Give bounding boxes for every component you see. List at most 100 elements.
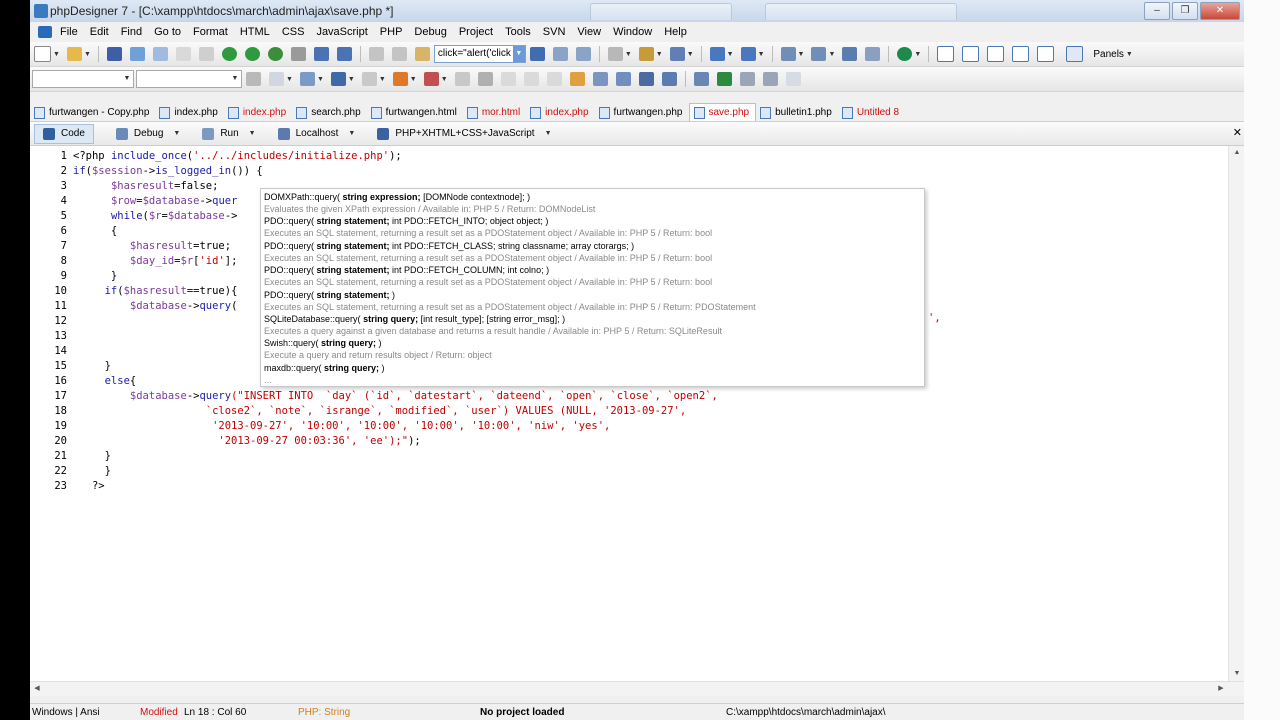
chevron-down-icon[interactable]: ▼	[348, 130, 355, 137]
form-icon[interactable]	[299, 72, 315, 86]
encoding-status[interactable]: Windows | Ansi	[32, 707, 100, 718]
autocomplete-item[interactable]: PDO::query( string statement; int PDO::F…	[264, 215, 548, 227]
insert-arrow-icon[interactable]	[529, 47, 545, 61]
run-button[interactable]: Run ▼	[194, 127, 256, 140]
paragraph-icon[interactable]	[638, 72, 654, 86]
chevron-down-icon[interactable]: ▼	[1126, 51, 1133, 58]
preview-icon[interactable]	[267, 47, 283, 61]
settings-icon[interactable]	[865, 47, 881, 61]
image-icon[interactable]	[330, 72, 346, 86]
chevron-down-icon[interactable]: ▼	[798, 51, 805, 58]
ordered-list-icon[interactable]	[762, 72, 778, 86]
copy-icon[interactable]	[175, 47, 191, 61]
localhost-button[interactable]: Localhost ▼	[270, 127, 355, 140]
panels-icon[interactable]	[1066, 46, 1084, 62]
tab-save[interactable]: save.php	[688, 103, 757, 121]
comment-icon[interactable]	[607, 47, 623, 61]
snippet-combo[interactable]: click="alert('click ▼	[433, 45, 526, 63]
paste-icon[interactable]	[414, 47, 430, 61]
chevron-down-icon[interactable]: ▼	[828, 51, 835, 58]
indent-icon[interactable]	[246, 72, 261, 86]
menu-css[interactable]: CSS	[276, 26, 311, 38]
chevron-down-icon[interactable]: ▼	[545, 130, 552, 137]
scroll-left-icon[interactable]: ◀	[30, 682, 44, 696]
code-line[interactable]: 19 '2013-09-27', '10:00', '10:00', '10:0…	[30, 419, 1220, 434]
tab-bulletin1[interactable]: bulletin1.php	[756, 104, 838, 121]
bookmark-icon[interactable]	[638, 47, 654, 61]
code-line[interactable]: 17 $database->query("INSERT INTO `day` (…	[30, 389, 1220, 404]
forward-arrow-icon[interactable]	[740, 47, 756, 61]
close-file-icon[interactable]	[152, 47, 168, 61]
open-folder-icon[interactable]	[66, 47, 82, 61]
span-icon[interactable]	[615, 72, 631, 86]
minimize-button[interactable]: –	[1144, 2, 1170, 20]
anchor-icon[interactable]	[477, 72, 493, 86]
tab-index[interactable]: index.php	[155, 104, 223, 121]
menu-tools[interactable]: Tools	[499, 26, 537, 38]
menu-project[interactable]: Project	[453, 26, 499, 38]
close-document-icon[interactable]: ✕	[1233, 126, 1242, 139]
menu-javascript[interactable]: JavaScript	[310, 26, 373, 38]
chevron-down-icon[interactable]: ▼	[84, 51, 91, 58]
autocomplete-item[interactable]: DOMXPath::query( string expression; [DOM…	[264, 191, 530, 203]
globe-icon[interactable]	[897, 47, 913, 61]
panel-left-icon[interactable]	[937, 46, 955, 62]
code-line[interactable]: 1 <?php include_once('../../includes/init…	[30, 149, 1220, 164]
menu-html[interactable]: HTML	[234, 26, 276, 38]
link-icon[interactable]	[454, 72, 470, 86]
table-icon[interactable]	[269, 72, 284, 86]
code-line[interactable]: 20 '2013-09-27 00:03:36', 'ee');");	[30, 434, 1220, 449]
chevron-down-icon[interactable]: ▼	[121, 71, 133, 87]
chevron-down-icon[interactable]: ▼	[656, 51, 663, 58]
code-line[interactable]: 22 }	[30, 464, 1220, 479]
menu-svn[interactable]: SVN	[537, 26, 572, 38]
panel-bottom-icon[interactable]	[987, 46, 1005, 62]
tab-search[interactable]: search.php	[292, 104, 366, 121]
unordered-list-icon[interactable]	[785, 72, 801, 86]
autocomplete-item[interactable]: maxdb::query( string query; )	[264, 362, 385, 374]
back-arrow-icon[interactable]	[709, 47, 725, 61]
menu-help[interactable]: Help	[658, 26, 693, 38]
media-icon[interactable]	[423, 72, 439, 86]
chevron-down-icon[interactable]: ▼	[348, 76, 355, 83]
vertical-scrollbar[interactable]: ▲ ▼	[1228, 146, 1244, 681]
undo-icon[interactable]	[313, 47, 329, 61]
background-browser-tab[interactable]	[765, 3, 957, 20]
save-icon[interactable]	[106, 47, 122, 61]
code-line[interactable]: 23 ?>	[30, 479, 1220, 494]
autocomplete-item[interactable]: PDO::query( string statement; int PDO::F…	[264, 240, 634, 252]
tools-icon[interactable]	[842, 47, 858, 61]
document-icon[interactable]	[38, 26, 52, 38]
code-line[interactable]: 2 if($session->is_logged_in()) {	[30, 164, 1220, 179]
code-line[interactable]: 18 `close2`, `note`, `isrange`, `modifie…	[30, 404, 1220, 419]
tab-furtwangen-copy[interactable]: furtwangen - Copy.php	[30, 104, 155, 121]
scroll-up-icon[interactable]: ▲	[1229, 146, 1244, 160]
horizontal-scrollbar[interactable]: ◀ ▶	[30, 681, 1244, 696]
break-icon[interactable]	[546, 72, 562, 86]
tab-index-modified[interactable]: index.php	[224, 104, 292, 121]
autocomplete-item[interactable]: SQLiteDatabase::query( string query; [in…	[264, 313, 565, 325]
chevron-down-icon[interactable]: ▼	[758, 51, 765, 58]
chevron-down-icon[interactable]: ▼	[317, 76, 324, 83]
maximize-button[interactable]: ❐	[1172, 2, 1198, 20]
redo-icon[interactable]	[336, 47, 352, 61]
chevron-down-icon[interactable]: ▼	[229, 71, 241, 87]
autocomplete-item[interactable]: Swish::query( string query; )	[264, 337, 382, 349]
new-file-icon[interactable]	[34, 46, 51, 62]
flash-icon[interactable]	[392, 72, 408, 86]
code-editor[interactable]: 1 <?php include_once('../../includes/init…	[30, 146, 1228, 681]
background-browser-tab[interactable]	[590, 3, 732, 20]
debug-icon[interactable]	[780, 47, 796, 61]
color-icon[interactable]	[716, 72, 732, 86]
div-icon[interactable]	[592, 72, 608, 86]
tab-index-2[interactable]: index.php	[526, 104, 594, 121]
replace-icon[interactable]	[575, 47, 591, 61]
panel-right-icon[interactable]	[962, 46, 980, 62]
panel-split-icon[interactable]	[1012, 46, 1030, 62]
debug-button[interactable]: Debug ▼	[108, 127, 180, 140]
scroll-right-icon[interactable]: ▶	[1214, 682, 1228, 696]
tab-furtwangen-html[interactable]: furtwangen.html	[367, 104, 463, 121]
syntax-mode-button[interactable]: PHP+XHTML+CSS+JavaScript ▼	[369, 127, 552, 140]
chevron-down-icon[interactable]: ▼	[286, 76, 293, 83]
nbsp-icon[interactable]	[523, 72, 539, 86]
